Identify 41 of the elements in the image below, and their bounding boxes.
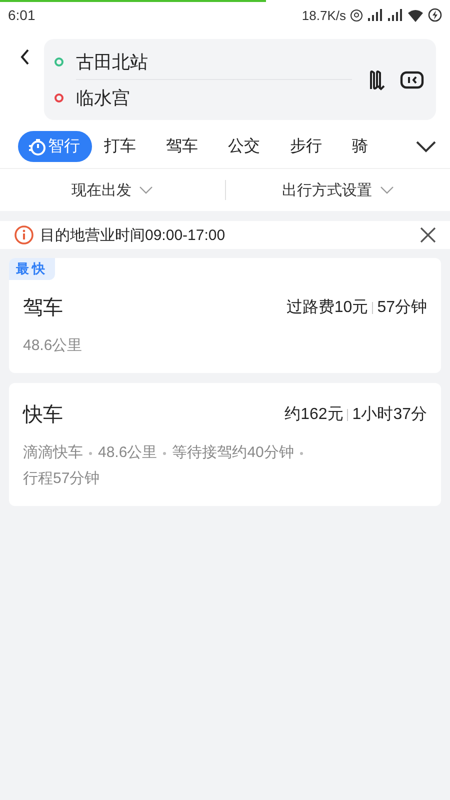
close-icon[interactable]	[420, 227, 436, 243]
mode-tab[interactable]: 步行	[290, 131, 322, 162]
back-button[interactable]	[20, 49, 30, 65]
destination-field[interactable]: 临水宫	[76, 86, 130, 110]
option-dropdown[interactable]: 现在出发	[0, 180, 224, 200]
route-detail: 滴滴快车	[23, 443, 83, 463]
info-icon	[14, 225, 34, 245]
route-detail: 48.6公里	[98, 443, 158, 463]
status-time: 6:01	[8, 7, 36, 23]
wifi-icon	[407, 8, 424, 22]
network-speed: 18.7K/s	[302, 8, 346, 22]
signal-icon	[367, 9, 383, 21]
charging-icon	[428, 8, 442, 22]
route-metric: 1小时37分	[352, 404, 427, 425]
route-title: 快车	[23, 403, 63, 428]
origin-field[interactable]: 古田北站	[76, 50, 148, 74]
expand-icon[interactable]	[416, 140, 436, 152]
mode-tab[interactable]: 骑	[352, 131, 368, 162]
notice-text: 目的地营业时间09:00-17:00	[40, 226, 226, 244]
hotspot-icon	[350, 8, 363, 22]
route-metric: 约162元	[284, 405, 344, 425]
mode-tab[interactable]: 智行	[18, 131, 92, 162]
chevron-down-icon	[139, 186, 154, 194]
route-metric: 57分钟	[377, 298, 427, 318]
mode-tab[interactable]: 打车	[104, 131, 136, 162]
fastest-badge: 最快	[9, 258, 55, 280]
route-card[interactable]: 最快 驾车 过路费10元 57分钟 48.6公里	[9, 258, 441, 373]
stopwatch-icon	[28, 138, 46, 156]
route-detail: 等待接驾约40分钟	[172, 443, 294, 463]
signal-icon	[387, 9, 403, 21]
route-card[interactable]: 快车 约162元 1小时37分 滴滴快车 48.6公里 等待接驾约40分钟 行程57分钟	[9, 383, 441, 506]
chevron-down-icon	[380, 186, 394, 194]
mode-tab[interactable]: 公交	[228, 131, 260, 162]
destination-dot-icon	[54, 92, 64, 102]
origin-dot-icon	[54, 56, 64, 66]
route-detail: 48.6公里	[23, 336, 82, 356]
mode-tab[interactable]: 驾车	[166, 131, 198, 162]
route-detail: 行程57分钟	[23, 469, 100, 489]
route-title: 驾车	[23, 296, 63, 321]
option-dropdown[interactable]: 出行方式设置	[226, 180, 450, 200]
route-metric: 过路费10元	[286, 298, 368, 318]
